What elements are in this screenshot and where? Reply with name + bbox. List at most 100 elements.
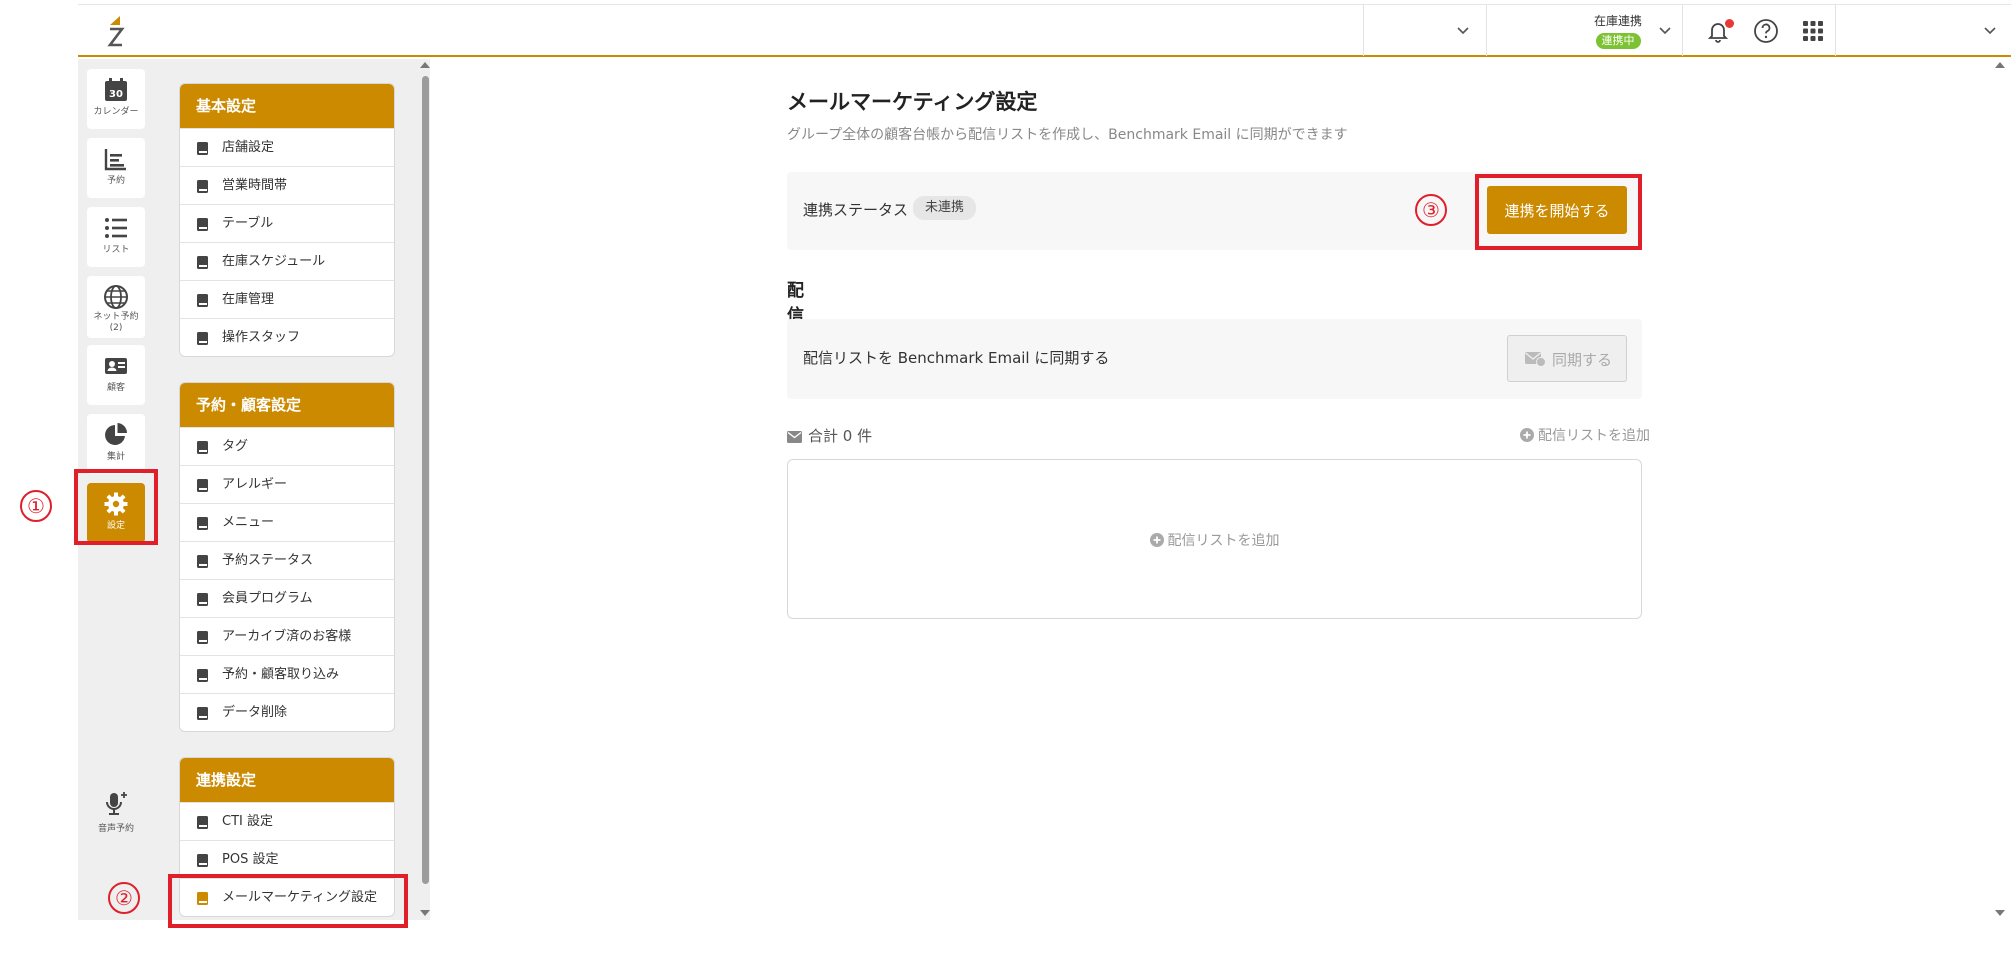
rail-item-reservation[interactable]: 予約 — [87, 138, 145, 198]
menu-item-archived-customers[interactable]: アーカイブ済のお客様 — [180, 617, 394, 655]
menu-item-label: アーカイブ済のお客様 — [222, 629, 352, 644]
list-total-text: 合計 0 件 — [808, 427, 873, 445]
empty-add-list-button[interactable]: 配信リストを追加 — [788, 530, 1641, 550]
sync-button-label: 同期する — [1552, 351, 1613, 369]
add-list-label: 配信リストを追加 — [1538, 428, 1650, 444]
scroll-down-arrow[interactable] — [1995, 910, 2005, 916]
book-icon — [197, 707, 208, 720]
rail-item-label: 予約 — [106, 176, 125, 186]
chevron-down-icon[interactable] — [1454, 21, 1472, 39]
book-icon — [197, 441, 208, 454]
rail-item-list[interactable]: リスト — [87, 207, 145, 267]
menu-item-label: CTI 設定 — [222, 814, 273, 829]
menu-scrollbar[interactable] — [420, 62, 430, 918]
book-icon — [197, 555, 208, 568]
menu-item-tag[interactable]: タグ — [180, 427, 394, 465]
rail-item-voice-reservation[interactable]: 音声予約 — [87, 779, 145, 839]
rail-item-customers[interactable]: 顧客 — [87, 345, 145, 405]
scroll-down-arrow[interactable] — [420, 910, 430, 916]
menu-item-stock-schedule[interactable]: 在庫スケジュール — [180, 242, 394, 280]
rail-item-label: ネット予約 (2) — [93, 312, 139, 333]
menu-item-import[interactable]: 予約・顧客取り込み — [180, 655, 394, 693]
menu-item-business-hours[interactable]: 営業時間帯 — [180, 166, 394, 204]
menu-item-label: 会員プログラム — [222, 591, 313, 606]
menu-group-reservation-customer: 予約・顧客設定 タグ アレルギー メニュー 予約ステータス 会員プログラム アー… — [179, 382, 395, 732]
empty-add-label: 配信リストを追加 — [1167, 533, 1280, 549]
menu-item-member-program[interactable]: 会員プログラム — [180, 579, 394, 617]
microphone-icon — [106, 792, 127, 815]
book-icon — [197, 218, 208, 231]
app-logo[interactable] — [106, 13, 128, 53]
rail-item-label: 顧客 — [106, 383, 125, 393]
rail-item-calendar[interactable]: 30 カレンダー — [87, 69, 145, 129]
stock-link-label: 在庫連携 — [1593, 14, 1642, 28]
globe-icon — [104, 285, 128, 309]
rail-item-stats[interactable]: 集計 — [87, 414, 145, 474]
menu-item-pos[interactable]: POS 設定 — [180, 840, 394, 878]
chevron-down-icon[interactable] — [1981, 21, 1999, 39]
rail-item-label: 集計 — [106, 452, 125, 462]
app-grid-icon[interactable] — [1799, 17, 1827, 45]
menu-item-reservation-status[interactable]: 予約ステータス — [180, 541, 394, 579]
menu-item-cti[interactable]: CTI 設定 — [180, 802, 394, 840]
step-number-3: ③ — [1415, 194, 1447, 226]
status-label: 連携ステータス — [803, 201, 909, 219]
book-icon — [197, 256, 208, 269]
menu-item-label: 予約ステータス — [222, 553, 314, 568]
step-number-1: ① — [20, 490, 52, 522]
menu-item-menu[interactable]: メニュー — [180, 503, 394, 541]
book-icon — [197, 669, 208, 682]
menu-group-title: 予約・顧客設定 — [180, 383, 394, 427]
list-total: 合計 0 件 — [787, 425, 872, 446]
top-bar-divider — [1363, 5, 1364, 56]
list-icon — [105, 218, 127, 238]
notification-dot — [1725, 19, 1734, 28]
stock-link-status[interactable]: 在庫連携 連携中 — [1586, 13, 1650, 49]
menu-item-allergy[interactable]: アレルギー — [180, 465, 394, 503]
rail-item-label: リスト — [102, 245, 130, 255]
rail-item-label: カレンダー — [93, 107, 139, 117]
menu-item-store[interactable]: 店舗設定 — [180, 128, 394, 166]
mail-icon — [787, 431, 802, 443]
menu-item-label: 店舗設定 — [222, 140, 275, 155]
menu-item-label: アレルギー — [222, 477, 288, 492]
menu-item-label: タグ — [222, 439, 249, 454]
chevron-down-icon[interactable] — [1656, 21, 1674, 39]
calendar-icon: 30 — [105, 78, 127, 101]
menu-group-title: 基本設定 — [180, 84, 394, 128]
sync-button[interactable]: 同期する — [1507, 335, 1627, 382]
menu-item-table[interactable]: テーブル — [180, 204, 394, 242]
help-icon[interactable] — [1752, 17, 1780, 45]
book-icon — [197, 593, 208, 606]
status-badge: 未連携 — [913, 196, 977, 220]
add-list-link[interactable]: 配信リストを追加 — [1520, 425, 1650, 445]
sync-label: 配信リストを Benchmark Email に同期する — [803, 349, 1110, 367]
menu-group-basic: 基本設定 店舗設定 営業時間帯 テーブル 在庫スケジュール 在庫管理 操作スタッ… — [179, 83, 395, 357]
plus-circle-icon — [1149, 533, 1164, 547]
highlight-box-mail-marketing — [168, 874, 408, 928]
page-scrollbar[interactable] — [1995, 62, 2005, 918]
bar-chart-icon — [104, 149, 126, 171]
mail-sync-icon — [1525, 352, 1546, 367]
distribution-list-empty-box: 配信リストを追加 — [787, 459, 1642, 619]
menu-item-stock-management[interactable]: 在庫管理 — [180, 280, 394, 318]
book-icon — [197, 479, 208, 492]
menu-item-label: 在庫スケジュール — [222, 254, 326, 269]
scroll-up-arrow[interactable] — [1995, 62, 2005, 68]
rail-item-net-reservation[interactable]: ネット予約 (2) — [87, 276, 145, 338]
plus-circle-icon — [1520, 428, 1534, 442]
menu-group-title: 連携設定 — [180, 758, 394, 802]
sync-panel: 配信リストを Benchmark Email に同期する 同期する — [787, 319, 1642, 399]
menu-item-data-delete[interactable]: データ削除 — [180, 693, 394, 731]
menu-item-staff[interactable]: 操作スタッフ — [180, 318, 394, 356]
menu-item-label: 予約・顧客取り込み — [222, 667, 340, 682]
book-icon — [197, 332, 208, 345]
book-icon — [197, 294, 208, 307]
scroll-up-arrow[interactable] — [420, 62, 430, 68]
page-subtitle: グループ全体の顧客台帳から配信リストを作成し、Benchmark Email に… — [787, 127, 1348, 143]
menu-item-label: テーブル — [222, 216, 274, 231]
scrollbar-thumb[interactable] — [422, 76, 429, 884]
top-bar-divider — [1835, 5, 1836, 56]
book-icon — [197, 517, 208, 530]
top-bar: 在庫連携 連携中 — [78, 4, 2011, 57]
